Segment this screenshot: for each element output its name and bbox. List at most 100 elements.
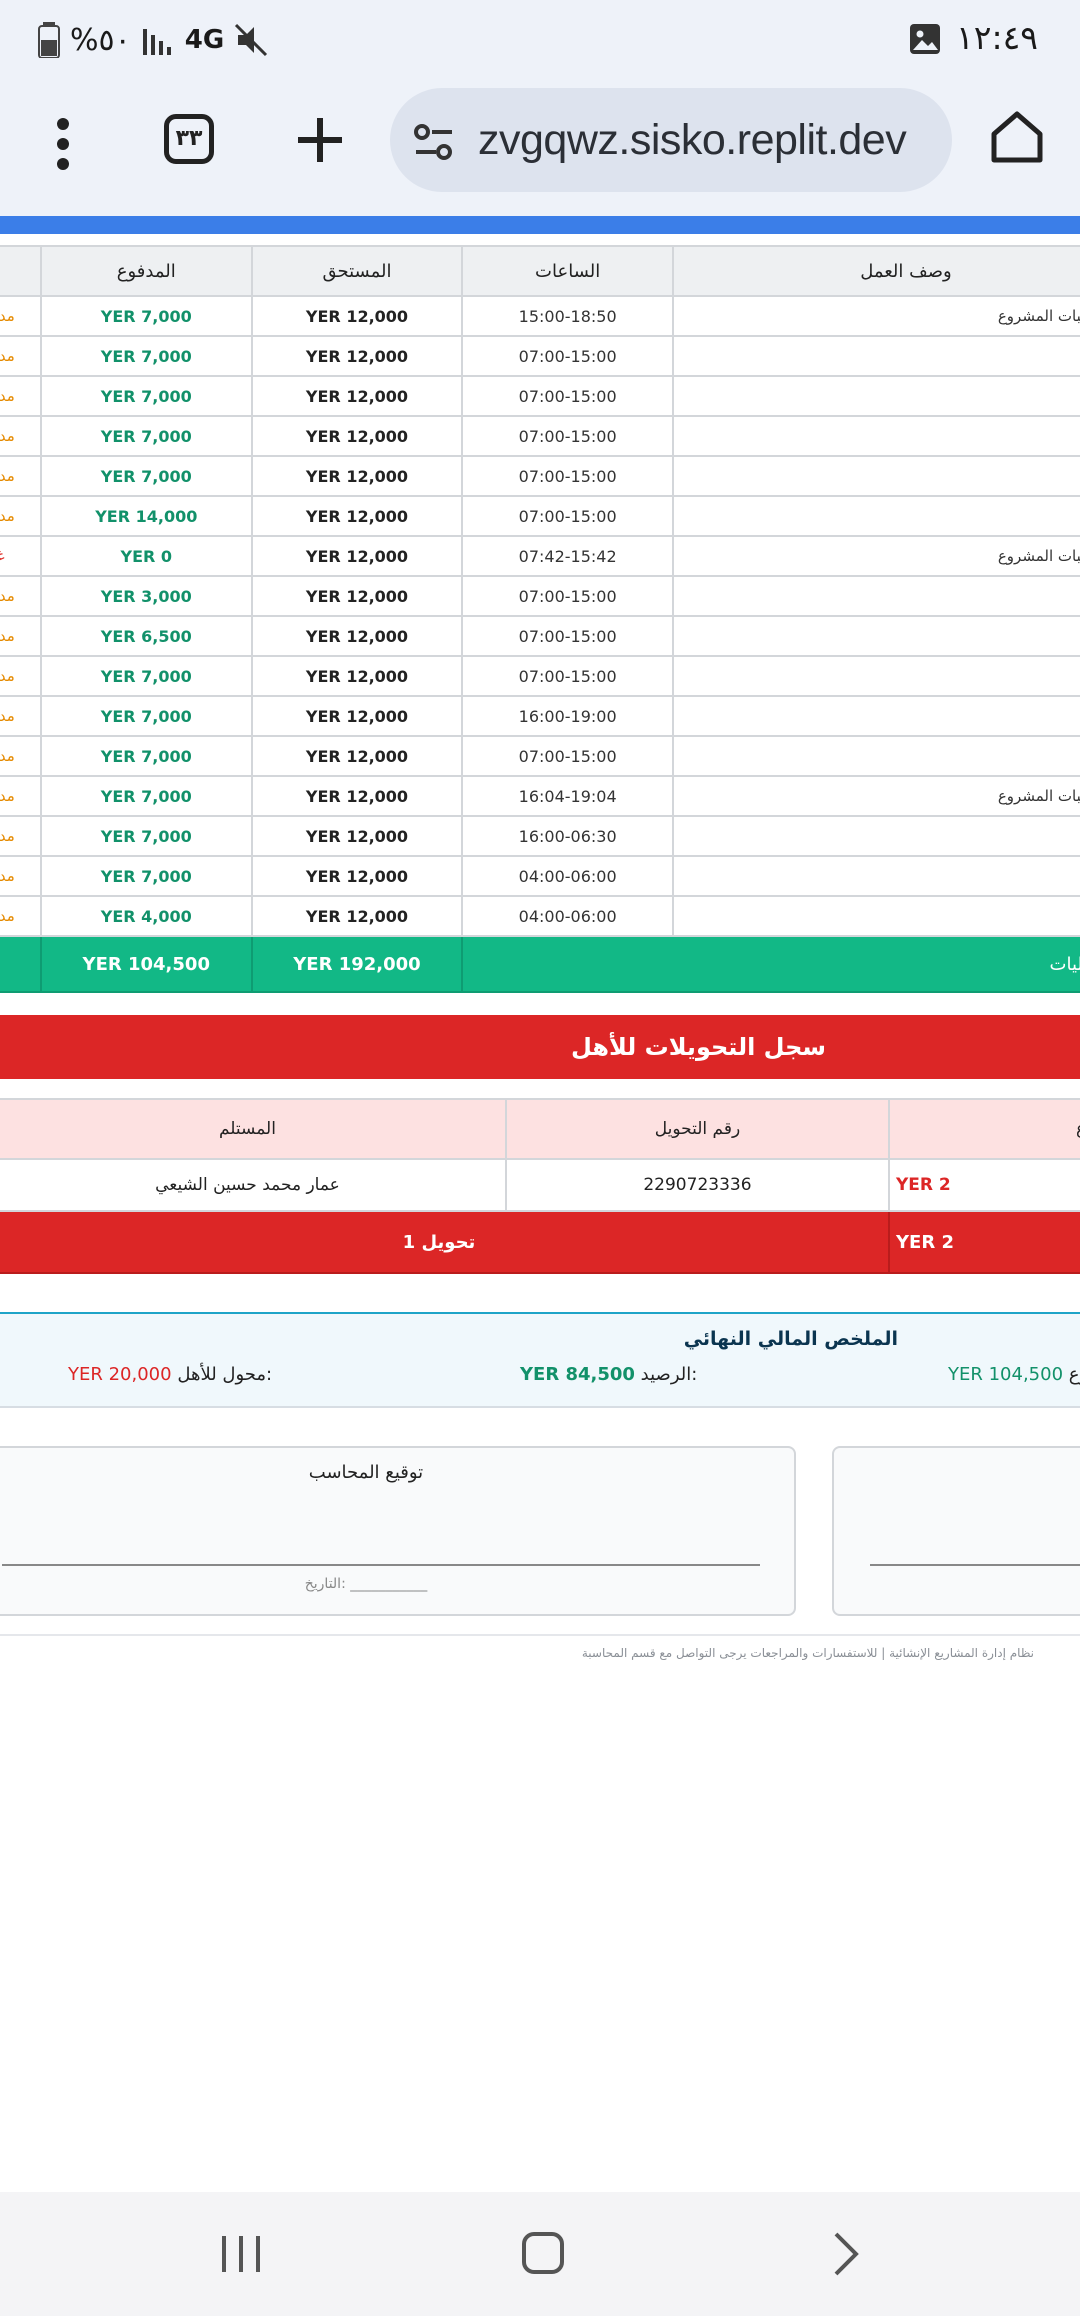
row-due: YER 12,000: [250, 895, 464, 937]
transfer-recipient: عمار محمد حسين الشيعي: [0, 1158, 507, 1212]
row-paid: YER 7,000: [39, 735, 253, 777]
transfer-amount: YER 2: [888, 1158, 1080, 1212]
row-status: مدفو: [0, 615, 42, 657]
row-hours: 07:00-15:00: [461, 615, 674, 657]
due-header: المستحق: [250, 245, 464, 297]
row-status: مدفو: [0, 375, 42, 417]
transfer-number: 2290723336: [504, 1158, 891, 1212]
tab-count: ٣٣: [175, 126, 203, 151]
financial-summary: الملخص المالي النهائي YER 20,000 محول لل…: [0, 1312, 1080, 1408]
row-desc: [671, 815, 1080, 857]
address-bar[interactable]: zvgqwz.sisko.replit.dev: [390, 88, 952, 192]
summary-transferred-label: محول للأهل:: [177, 1364, 273, 1385]
row-paid: YER 14,000: [39, 495, 253, 537]
home-nav-icon[interactable]: [520, 2230, 566, 2276]
row-hours: 16:00-06:30: [461, 815, 674, 857]
row-status: مدفو: [0, 695, 42, 737]
row-status: غير: [0, 535, 42, 577]
network-type: 4G: [184, 25, 225, 55]
row-due: YER 12,000: [250, 375, 464, 417]
row-hours: 07:00-15:00: [461, 495, 674, 537]
row-due: YER 12,000: [250, 695, 464, 737]
transfers-table: المستلم رقم التحويل ع عمار محمد حسين الش…: [0, 1098, 1080, 1274]
row-status: مدفو: [0, 655, 42, 697]
row-status: مدفو: [0, 455, 42, 497]
signature-line-2: [870, 1564, 1080, 1566]
row-due: YER 12,000: [250, 495, 464, 537]
work-table-row: مدفوYER 7,000YER 12,00007:00-15:00: [0, 735, 1080, 777]
totals-status: ٪: [0, 935, 42, 993]
row-paid: YER 7,000: [39, 815, 253, 857]
menu-icon[interactable]: [48, 114, 78, 174]
summary-balance: YER 84,500 الرصيد:: [520, 1364, 697, 1385]
clock: ١٢:٤٩: [956, 18, 1039, 57]
row-status: مدفو: [0, 295, 42, 337]
work-table-header: ا المدفوع المستحق الساعات وصف العمل: [0, 245, 1080, 297]
row-paid: YER 4,000: [39, 895, 253, 937]
work-table-row: غيرYER 0YER 12,00007:42-15:42طلبات المشر…: [0, 535, 1080, 577]
row-desc: [671, 375, 1080, 417]
row-hours: 04:00-06:00: [461, 895, 674, 937]
battery-percent: %٥٠: [70, 22, 131, 58]
row-status: مدفو: [0, 855, 42, 897]
work-table-row: مدفوYER 7,000YER 12,00007:00-15:00: [0, 655, 1080, 697]
transfer-row: عمار محمد حسين الشيعي 2290723336 YER 2: [0, 1158, 1080, 1212]
row-hours: 07:00-15:00: [461, 335, 674, 377]
transfers-title: سجل التحويلات للأهل: [570, 1033, 826, 1061]
row-paid: YER 7,000: [39, 695, 253, 737]
row-desc: طلبات المشروع: [671, 535, 1080, 577]
home-icon[interactable]: [988, 108, 1046, 166]
page-content: ا المدفوع المستحق الساعات وصف العمل مدفو…: [0, 216, 1080, 2192]
work-table-row: مدفوYER 3,000YER 12,00007:00-15:00: [0, 575, 1080, 617]
row-status: مدفو: [0, 775, 42, 817]
row-paid: YER 7,000: [39, 375, 253, 417]
row-status: مدفو: [0, 735, 42, 777]
battery-icon: [38, 22, 60, 58]
paid-header: المدفوع: [39, 245, 253, 297]
row-paid: YER 7,000: [39, 655, 253, 697]
footer-note: نظام إدارة المشاريع الإنشائية | للاستفسا…: [581, 1646, 1034, 1660]
row-status: مدفو: [0, 415, 42, 457]
row-hours: 07:00-15:00: [461, 575, 674, 617]
row-hours: 16:00-19:00: [461, 695, 674, 737]
work-table-row: مدفوYER 4,000YER 12,00004:00-06:00: [0, 895, 1080, 937]
row-hours: 07:42-15:42: [461, 535, 674, 577]
row-due: YER 12,000: [250, 735, 464, 777]
row-paid: YER 7,000: [39, 335, 253, 377]
totals-due: YER 192,000: [250, 935, 464, 993]
back-icon[interactable]: [828, 2230, 864, 2278]
signature-date: التاريخ: ___________: [304, 1576, 428, 1592]
row-status: مدفو: [0, 895, 42, 937]
recent-apps-icon[interactable]: [218, 2232, 264, 2276]
work-table-row: مدفوYER 7,000YER 12,00007:00-15:00: [0, 415, 1080, 457]
row-hours: 07:00-15:00: [461, 655, 674, 697]
row-due: YER 12,000: [250, 415, 464, 457]
url-text[interactable]: zvgqwz.sisko.replit.dev: [478, 116, 907, 165]
transfer-number-header: رقم التحويل: [504, 1098, 891, 1160]
work-table-row: مدفوYER 7,000YER 12,00016:00-19:00: [0, 695, 1080, 737]
site-settings-icon[interactable]: [412, 122, 456, 162]
amount-header: ع: [888, 1098, 1080, 1160]
row-due: YER 12,000: [250, 775, 464, 817]
row-status: مدفو: [0, 335, 42, 377]
row-desc: [671, 495, 1080, 537]
second-signature-box: [832, 1446, 1080, 1616]
row-desc: [671, 335, 1080, 377]
mute-icon: [235, 23, 268, 57]
row-paid: YER 6,500: [39, 615, 253, 657]
row-due: YER 12,000: [250, 575, 464, 617]
row-desc: [671, 695, 1080, 737]
system-nav-bar: [0, 2192, 1080, 2316]
desc-header: وصف العمل: [671, 245, 1080, 297]
gallery-icon: [910, 24, 940, 54]
row-due: YER 12,000: [250, 615, 464, 657]
row-desc: [671, 735, 1080, 777]
row-paid: YER 0: [39, 535, 253, 577]
tab-switcher-icon[interactable]: ٣٣: [164, 114, 214, 164]
row-due: YER 12,000: [250, 535, 464, 577]
row-desc: [671, 855, 1080, 897]
row-due: YER 12,000: [250, 815, 464, 857]
work-table-row: مدفوYER 7,000YER 12,00004:00-06:00: [0, 855, 1080, 897]
new-tab-icon[interactable]: [296, 116, 344, 164]
browser-toolbar: ٣٣ zvgqwz.sisko.replit.dev: [0, 80, 1080, 216]
